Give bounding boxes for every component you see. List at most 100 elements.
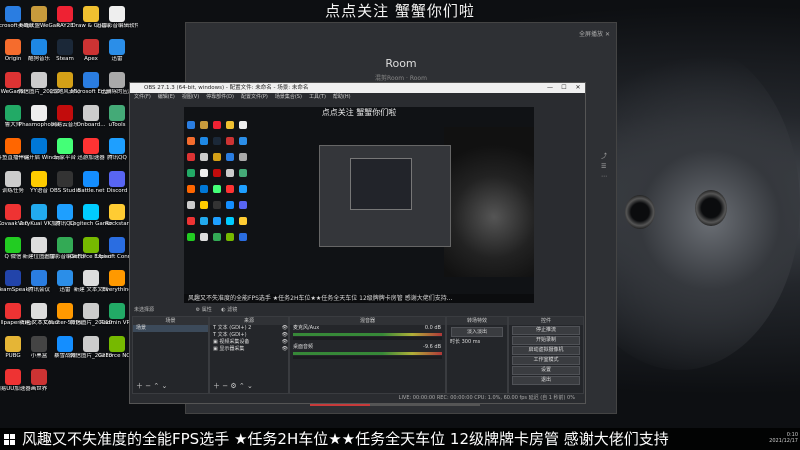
source-controls: ＋ − ⚙ ⌃ ⌄: [213, 381, 253, 391]
playlist-icon[interactable]: ☰: [601, 163, 607, 170]
preview-tile: [239, 201, 247, 209]
source-item[interactable]: ▣ 视频采集设备 👁: [210, 339, 288, 346]
add-icon[interactable]: ＋: [213, 382, 220, 390]
source-label: 视频采集设备: [219, 339, 250, 345]
gear-icon[interactable]: ⚙: [196, 307, 200, 313]
system-tray[interactable]: 0:10 2021/12/17: [769, 432, 798, 444]
preview-tile: [200, 153, 208, 161]
add-icon[interactable]: ＋: [136, 382, 143, 390]
gear-icon[interactable]: ⚙: [230, 382, 236, 390]
mixer-channel-db: 0.0 dB: [424, 325, 441, 331]
source-item[interactable]: T 文本 (GDI+) 👁: [210, 332, 288, 339]
up-icon[interactable]: ⌃: [153, 382, 159, 390]
window-buttons[interactable]: — ☐ ✕: [543, 83, 585, 93]
control-button[interactable]: 设置: [512, 366, 580, 375]
duration-input[interactable]: 300 ms: [462, 339, 481, 345]
visibility-icon[interactable]: 👁: [282, 332, 288, 339]
menu-item[interactable]: 编辑(E): [158, 94, 175, 100]
fullscreen-label[interactable]: 全屏播放: [579, 31, 603, 38]
obs-window[interactable]: OBS 27.1.3 (64-bit, windows) - 配置文件: 未命名…: [129, 82, 586, 404]
preview-tile: [200, 201, 208, 209]
preview-tile: [239, 153, 247, 161]
menu-item[interactable]: 文件(F): [134, 94, 151, 100]
visibility-icon[interactable]: 👁: [282, 346, 288, 353]
obs-preview[interactable]: 点点关注 蟹蟹你们啦 风趣又不失准度的全能FPS选手 ★任务2H车位★★任务全天…: [184, 107, 534, 303]
no-source-selected: 未选择源: [134, 307, 155, 313]
preview-tile: [239, 137, 247, 145]
obs-docks: 场景 场景 ＋ − ⌃ ⌄ 来源 T 文本 (GDI+) 2 👁 T 文本 (GD…: [130, 316, 585, 394]
obs-window-title: OBS 27.1.3 (64-bit, windows) - 配置文件: 未命名…: [144, 85, 309, 91]
share-icon[interactable]: ⤴: [601, 151, 607, 160]
down-icon[interactable]: ⌄: [247, 382, 253, 390]
filters-button[interactable]: 滤镜: [227, 307, 237, 313]
controls-header: 控件: [509, 317, 583, 325]
preview-tile: [187, 121, 195, 129]
mixer-channel-header: 麦克风/Aux 0.0 dB: [290, 325, 445, 332]
preview-tile: [187, 169, 195, 177]
mixer-channel-name: 麦克风/Aux: [293, 325, 320, 331]
sources-panel: 来源 T 文本 (GDI+) 2 👁 T 文本 (GDI+) 👁 ▣ 视频采集设备 …: [209, 316, 289, 394]
source-toolbar: 未选择源 ⚙ 属性 ◐ 滤镜: [130, 305, 585, 315]
player-scrubber[interactable]: [190, 400, 610, 410]
filter-icon[interactable]: ◐: [221, 307, 225, 313]
control-button[interactable]: 启动虚拟摄像机: [512, 346, 580, 355]
control-button[interactable]: 开始录制: [512, 336, 580, 345]
app-icon: [109, 171, 125, 187]
source-item[interactable]: T 文本 (GDI+) 2 👁: [210, 325, 288, 332]
remove-icon[interactable]: −: [145, 382, 151, 390]
preview-tile: [213, 153, 221, 161]
control-button[interactable]: 工作室模式: [512, 356, 580, 365]
preview-tile: [239, 185, 247, 193]
preview-tile: [213, 233, 221, 241]
menu-item[interactable]: 停靠部件(D): [206, 94, 234, 100]
source-label: 显示器采集: [219, 346, 245, 352]
mixer-channel-name: 桌面音频: [293, 344, 314, 350]
source-label: 文本 (GDI+): [217, 332, 247, 338]
transition-panel: 转场特效 淡入淡出 时长 300 ms: [446, 316, 508, 394]
scrubber-progress: [310, 404, 370, 406]
player-window-controls[interactable]: 全屏播放 ✕: [579, 29, 610, 38]
properties-button[interactable]: 属性: [202, 307, 212, 313]
duration-label: 时长: [450, 339, 461, 345]
mixer-channel: 麦克风/Aux 0.0 dB: [290, 325, 445, 340]
taskbar-ticker: 风趣又不失准度的全能FPS选手 ★任务2H车位★★任务全天车位 12级牌牌卡房管…: [0, 428, 800, 450]
source-item[interactable]: ▣ 显示器采集 👁: [210, 346, 288, 353]
obs-titlebar[interactable]: OBS 27.1.3 (64-bit, windows) - 配置文件: 未命名…: [130, 83, 585, 93]
desktop-icon-label: 迅雷: [111, 56, 123, 62]
menu-item[interactable]: 配置文件(P): [241, 94, 268, 100]
wallpaper-button-left: [625, 195, 655, 229]
transition-select[interactable]: 淡入淡出: [451, 327, 503, 337]
preview-tile: [200, 137, 208, 145]
preview-tile: [239, 233, 247, 241]
windows-start-icon[interactable]: [4, 434, 15, 445]
down-icon[interactable]: ⌄: [161, 382, 167, 390]
preview-tile: [187, 217, 195, 225]
app-icon: [109, 237, 125, 253]
more-icon[interactable]: ⋯: [601, 173, 607, 180]
close-icon[interactable]: ✕: [605, 31, 610, 38]
desktop-icon[interactable]: 画世界: [18, 367, 60, 405]
menu-item[interactable]: 视图(V): [182, 94, 199, 100]
menu-item[interactable]: 帮助(H): [333, 94, 351, 100]
player-title: Room: [385, 57, 417, 70]
preview-tile: [226, 185, 234, 193]
volume-slider[interactable]: [293, 356, 442, 359]
up-icon[interactable]: ⌃: [239, 382, 245, 390]
close-icon[interactable]: ✕: [571, 83, 585, 93]
visibility-icon[interactable]: 👁: [282, 325, 288, 332]
minimize-icon[interactable]: —: [543, 83, 557, 93]
preview-tile: [213, 137, 221, 145]
wallpaper-button-right: [695, 190, 727, 226]
visibility-icon[interactable]: 👁: [282, 339, 288, 346]
maximize-icon[interactable]: ☐: [557, 83, 571, 93]
control-button[interactable]: 停止推流: [512, 326, 580, 335]
scene-item[interactable]: 场景: [133, 325, 208, 332]
control-button[interactable]: 退出: [512, 376, 580, 385]
menu-item[interactable]: 工具(T): [309, 94, 326, 100]
source-list: T 文本 (GDI+) 2 👁 T 文本 (GDI+) 👁 ▣ 视频采集设备 👁 ▣ …: [210, 325, 288, 353]
controls-list: 停止推流 开始录制 启动虚拟摄像机 工作室模式 设置 退出: [509, 326, 583, 385]
menu-item[interactable]: 场景集合(S): [275, 94, 302, 100]
transition-header: 转场特效: [447, 317, 507, 325]
volume-slider[interactable]: [293, 337, 442, 340]
remove-icon[interactable]: −: [222, 382, 228, 390]
